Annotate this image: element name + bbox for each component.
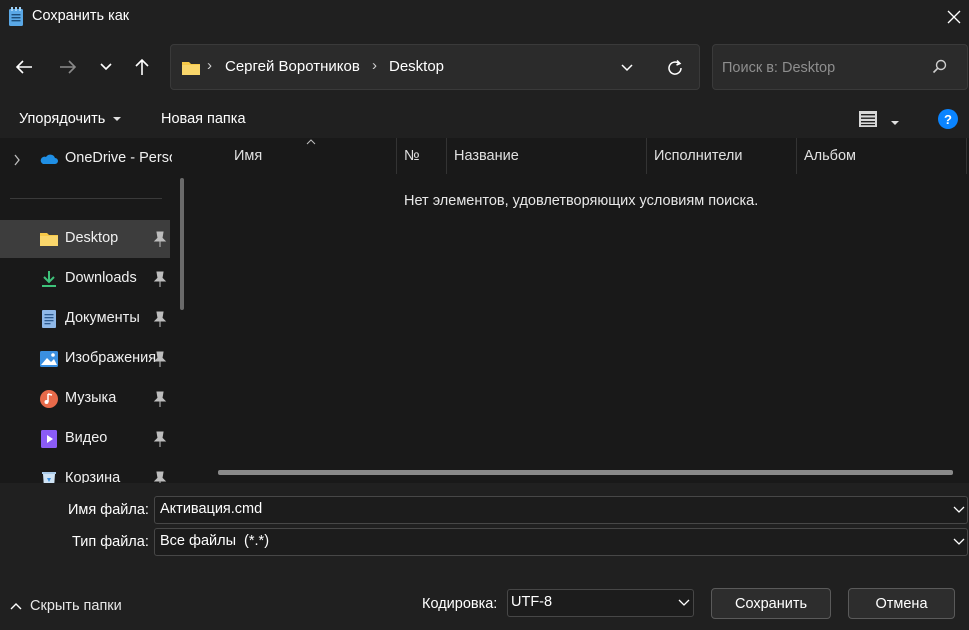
forward-button[interactable] — [52, 50, 84, 84]
breadcrumb-separator: › — [207, 57, 212, 74]
title-bar: Сохранить как — [0, 0, 969, 34]
search-box[interactable] — [712, 44, 968, 90]
view-options-button[interactable] — [858, 109, 880, 129]
back-button[interactable] — [8, 50, 40, 84]
details-view-icon — [859, 111, 877, 127]
folder-icon — [182, 62, 200, 75]
close-button[interactable] — [940, 4, 968, 30]
chevron-down-icon — [621, 64, 633, 72]
divider — [10, 198, 162, 199]
sidebar-item-pictures[interactable]: Изображения — [0, 340, 170, 378]
up-button[interactable] — [126, 50, 158, 84]
pin-icon — [153, 231, 167, 247]
pin-icon — [153, 471, 167, 483]
breadcrumb-separator: › — [372, 57, 377, 74]
column-divider[interactable] — [966, 138, 967, 174]
sidebar-item-onedrive[interactable]: OneDrive - Personal — [0, 140, 172, 178]
address-bar[interactable]: › Сергей Воротников › Desktop — [170, 44, 700, 90]
column-header-name[interactable]: Имя — [234, 148, 262, 164]
onedrive-icon — [40, 154, 58, 164]
hide-folders-label: Скрыть папки — [30, 598, 122, 614]
pictures-icon — [40, 351, 58, 367]
chevron-down-icon — [100, 63, 112, 71]
organize-label: Упорядочить — [19, 111, 106, 127]
filename-input[interactable]: Активация.cmd — [160, 501, 262, 517]
empty-state-message: Нет элементов, удовлетворяющих условиям … — [404, 193, 759, 209]
new-folder-button[interactable]: Новая папка — [161, 111, 246, 127]
close-icon — [947, 10, 961, 24]
refresh-icon — [668, 59, 682, 75]
filetype-value: Все файлы (*.*) — [160, 533, 270, 549]
cancel-button[interactable]: Отмена — [848, 588, 955, 619]
pin-icon — [153, 431, 167, 447]
help-button[interactable]: ? — [938, 109, 958, 129]
chevron-up-icon — [10, 603, 22, 610]
pin-icon — [153, 271, 167, 287]
arrow-left-icon — [15, 60, 32, 74]
chevron-down-icon — [953, 538, 965, 545]
music-icon — [40, 390, 58, 408]
save-button[interactable]: Сохранить — [711, 588, 831, 619]
command-bar: Упорядочить Новая папка ? — [0, 100, 969, 138]
address-dropdown-button[interactable] — [615, 57, 639, 79]
search-input[interactable] — [722, 57, 922, 79]
help-icon: ? — [944, 111, 952, 127]
column-header-album[interactable]: Альбом — [804, 148, 856, 164]
recent-locations-button[interactable] — [90, 50, 122, 84]
sidebar-item-label: OneDrive - Personal — [65, 150, 172, 166]
pin-icon — [153, 351, 167, 367]
download-icon — [42, 271, 56, 287]
encoding-value: UTF-8 — [511, 594, 553, 610]
filename-label: Имя файла: — [68, 502, 149, 518]
sort-ascending-icon — [306, 139, 316, 145]
column-divider[interactable] — [446, 138, 447, 174]
column-header-number[interactable]: № — [404, 148, 420, 164]
column-divider[interactable] — [396, 138, 397, 174]
column-header-title[interactable]: Название — [454, 148, 519, 164]
sidebar-item-documents[interactable]: Документы — [0, 300, 170, 338]
filetype-select[interactable]: Все файлы (*.*) — [154, 528, 968, 556]
view-dropdown-button[interactable] — [890, 115, 900, 131]
sidebar-scrollbar[interactable] — [180, 178, 184, 310]
encoding-select[interactable]: UTF-8 — [507, 589, 694, 617]
pin-icon — [153, 311, 167, 327]
breadcrumb-desktop[interactable]: Desktop — [389, 58, 444, 75]
column-divider[interactable] — [646, 138, 647, 174]
chevron-down-icon[interactable] — [953, 503, 965, 515]
arrow-right-icon — [60, 60, 77, 74]
horizontal-scrollbar[interactable] — [218, 470, 953, 475]
breadcrumb-user[interactable]: Сергей Воротников — [225, 58, 360, 75]
hide-folders-button[interactable]: Скрыть папки — [10, 598, 122, 614]
sidebar-item-desktop[interactable]: Desktop — [0, 220, 170, 258]
encoding-label: Кодировка: — [422, 596, 498, 612]
caret-down-icon — [891, 121, 899, 125]
sidebar-item-downloads[interactable]: Downloads — [0, 260, 170, 298]
filetype-label: Тип файла: — [72, 534, 149, 550]
expand-chevron-icon — [14, 154, 20, 166]
sidebar-item-video[interactable]: Видео — [0, 420, 170, 458]
file-list-pane[interactable]: Имя № Название Исполнители Альбом Нет эл… — [190, 138, 969, 483]
refresh-button[interactable] — [663, 56, 687, 80]
column-header-artists[interactable]: Исполнители — [654, 148, 742, 164]
filename-combobox[interactable]: Активация.cmd — [154, 496, 968, 524]
window-title: Сохранить как — [32, 8, 130, 24]
sidebar-item-music[interactable]: Музыка — [0, 380, 170, 418]
caret-down-icon — [113, 117, 122, 122]
search-icon — [932, 59, 947, 74]
video-icon — [41, 430, 57, 448]
organize-menu[interactable]: Упорядочить — [19, 111, 122, 127]
sidebar-item-recycle-bin[interactable]: Корзина — [0, 460, 170, 483]
folder-icon — [40, 233, 58, 246]
pin-icon — [153, 391, 167, 407]
recycle-bin-icon — [42, 472, 56, 483]
column-divider[interactable] — [796, 138, 797, 174]
document-icon — [42, 310, 56, 328]
notepad-icon — [9, 7, 23, 26]
save-options-panel: Имя файла: Активация.cmd Тип файла: Все … — [0, 483, 969, 630]
navigation-pane[interactable]: OneDrive - Personal Desktop Downloads — [0, 138, 190, 483]
chevron-down-icon — [678, 599, 690, 606]
arrow-up-icon — [135, 58, 149, 75]
